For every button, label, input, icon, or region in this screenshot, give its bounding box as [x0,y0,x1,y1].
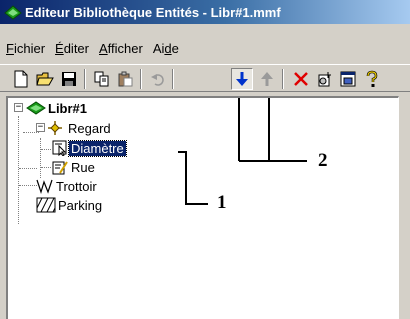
callout-leader-1 [178,151,208,205]
callout-overlay [178,98,307,205]
application-window: Editeur Bibliothèque Entités - Libr#1.mm… [0,0,410,319]
callout-label-1: 1 [217,192,227,213]
callout-label-2: 2 [318,150,328,171]
callout-leader-2 [238,98,307,162]
